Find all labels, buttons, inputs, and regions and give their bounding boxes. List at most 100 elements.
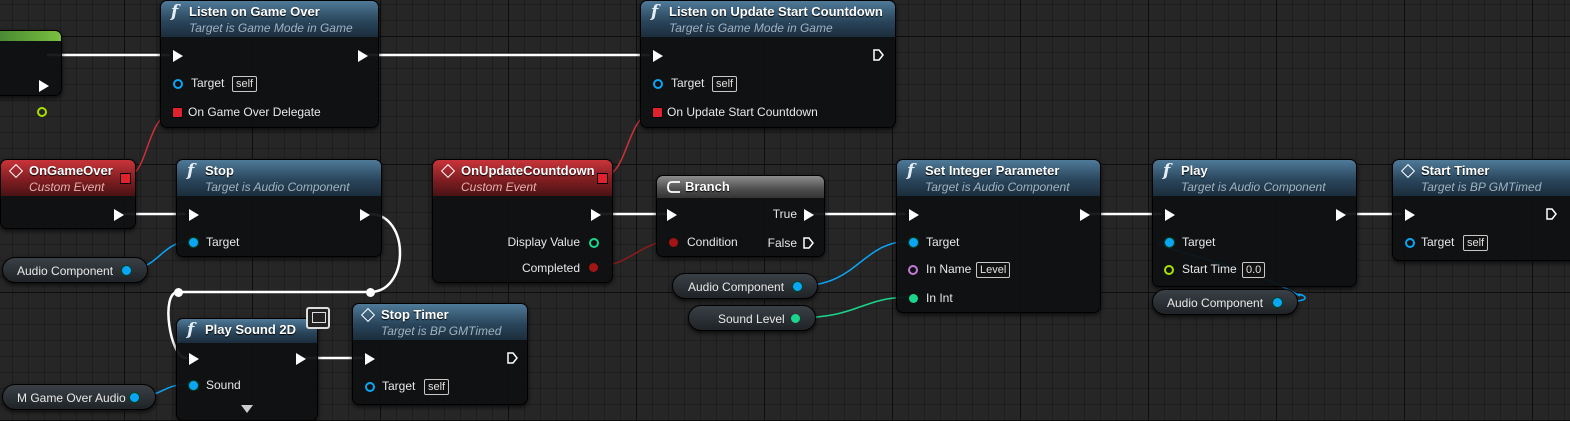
target-label: Target <box>926 235 960 249</box>
sound-label: Sound <box>206 378 241 392</box>
exec-out-pin[interactable] <box>114 209 124 221</box>
function-icon: f <box>651 2 659 22</box>
function-icon: f <box>907 161 915 181</box>
branch-node[interactable]: Branch True Condition False <box>656 175 825 257</box>
exec-out-pin[interactable] <box>296 353 306 365</box>
stop-node[interactable]: f Stop Target is Audio Component Target <box>176 159 382 257</box>
target-pin[interactable] <box>653 79 663 89</box>
function-icon: f <box>187 161 195 181</box>
sound-pin[interactable] <box>189 381 198 390</box>
target-pin[interactable] <box>189 238 198 247</box>
exec-out-pin[interactable] <box>507 352 518 364</box>
variable-out-pin[interactable] <box>791 314 800 323</box>
exec-out-pin[interactable] <box>358 50 368 62</box>
target-pin[interactable] <box>173 79 183 89</box>
audio-component-variable[interactable]: Audio Component <box>2 257 148 283</box>
in-name-label: In Name <box>926 262 972 276</box>
on-update-countdown-event-node[interactable]: OnUpdateCountdown Custom Event Display V… <box>432 159 613 283</box>
target-label: Target <box>191 76 225 90</box>
target-value[interactable]: self <box>424 379 450 395</box>
start-timer-node[interactable]: Start Timer Target is BP GMTimed Target … <box>1392 159 1570 261</box>
node-subtitle: Target is Audio Component <box>925 180 1070 194</box>
exec-out-pin[interactable] <box>873 49 884 61</box>
expand-arrow-icon[interactable] <box>241 405 253 413</box>
exec-in-pin[interactable] <box>1405 209 1415 221</box>
branch-icon <box>667 181 680 193</box>
completed-pin[interactable] <box>589 263 598 272</box>
function-icon: f <box>1163 161 1171 181</box>
exec-out-pin[interactable] <box>1080 209 1090 221</box>
target-pin[interactable] <box>1405 238 1415 248</box>
set-integer-parameter-node[interactable]: f Set Integer Parameter Target is Audio … <box>896 159 1101 313</box>
sound-level-variable[interactable]: Sound Level <box>688 305 816 331</box>
variable-out-pin[interactable] <box>130 393 139 402</box>
node-title: Play Sound 2D <box>205 322 297 337</box>
node-subtitle: Target is Game Mode in Game <box>669 21 833 35</box>
exec-in-pin[interactable] <box>909 209 919 221</box>
node-title: Start Timer <box>1421 163 1490 178</box>
audio-component-variable[interactable]: Audio Component <box>1152 289 1298 315</box>
exec-out-pin[interactable] <box>1546 208 1557 220</box>
condition-pin[interactable] <box>669 238 678 247</box>
start-time-value[interactable]: 0.0 <box>1242 262 1266 278</box>
completed-label: Completed <box>521 261 580 275</box>
audio-component-variable[interactable]: Audio Component <box>672 273 818 299</box>
variable-label: Sound Level <box>718 312 785 326</box>
exec-in-pin[interactable] <box>173 50 183 62</box>
target-pin[interactable] <box>1165 238 1174 247</box>
node-title: OnUpdateCountdown <box>461 163 595 178</box>
variable-label: Audio Component <box>688 280 785 294</box>
target-value[interactable]: self <box>712 76 738 92</box>
start-time-pin[interactable] <box>1164 265 1174 275</box>
stop-timer-node[interactable]: Stop Timer Target is BP GMTimed Target s… <box>352 303 528 405</box>
m-game-over-audio-variable[interactable]: M Game Over Audio <box>2 384 156 410</box>
display-value-label: Display Value <box>507 235 580 249</box>
target-value[interactable]: self <box>232 76 258 92</box>
in-name-value[interactable]: Level <box>976 262 1011 278</box>
in-name-pin[interactable] <box>908 265 918 275</box>
exec-in-pin[interactable] <box>365 353 375 365</box>
delegate-out-pin[interactable] <box>120 173 131 184</box>
reroute-node[interactable] <box>174 288 183 297</box>
exec-in-pin[interactable] <box>189 209 199 221</box>
node-subtitle: Target is Game Mode in Game <box>189 21 353 35</box>
exec-out-pin[interactable] <box>591 209 601 221</box>
float-out-pin[interactable] <box>37 107 47 117</box>
target-pin[interactable] <box>365 382 375 392</box>
delegate-pin[interactable] <box>652 107 663 118</box>
node-subtitle: Target is Audio Component <box>205 180 350 194</box>
variable-out-pin[interactable] <box>122 266 131 275</box>
node-title: Set Integer Parameter <box>925 163 1060 178</box>
target-pin[interactable] <box>909 238 918 247</box>
true-exec-pin[interactable] <box>804 209 814 221</box>
node-title: Stop Timer <box>381 307 449 322</box>
on-game-over-event-node[interactable]: OnGameOver Custom Event <box>0 159 136 229</box>
function-icon: f <box>187 320 195 340</box>
reroute-node[interactable] <box>366 288 375 297</box>
listen-on-game-over-node[interactable]: f Listen on Game Over Target is Game Mod… <box>160 0 379 128</box>
false-exec-pin[interactable] <box>803 237 814 249</box>
in-int-pin[interactable] <box>909 294 918 303</box>
listen-on-update-start-countdown-node[interactable]: f Listen on Update Start Countdown Targe… <box>640 0 896 128</box>
delegate-pin[interactable] <box>172 107 183 118</box>
exec-out-pin[interactable] <box>1336 209 1346 221</box>
delegate-out-pin[interactable] <box>597 173 608 184</box>
variable-label: M Game Over Audio <box>17 391 126 405</box>
variable-out-pin[interactable] <box>1273 298 1282 307</box>
cosmetic-monitor-icon <box>306 307 330 329</box>
target-label: Target <box>206 235 240 249</box>
exec-in-pin[interactable] <box>653 50 663 62</box>
target-value[interactable]: self <box>1463 235 1489 251</box>
exec-out-pin[interactable] <box>39 80 49 92</box>
exec-in-pin[interactable] <box>1165 209 1175 221</box>
node-header <box>657 176 824 198</box>
exec-in-pin[interactable] <box>667 209 677 221</box>
offscreen-event-node[interactable] <box>0 30 62 117</box>
node-title: Listen on Game Over <box>189 4 320 19</box>
display-value-pin[interactable] <box>589 238 599 248</box>
exec-out-pin[interactable] <box>360 209 370 221</box>
variable-out-pin[interactable] <box>793 282 802 291</box>
play-node[interactable]: f Play Target is Audio Component Target … <box>1152 159 1357 287</box>
exec-in-pin[interactable] <box>189 353 199 365</box>
play-sound-2d-node[interactable]: f Play Sound 2D Sound <box>176 318 318 421</box>
